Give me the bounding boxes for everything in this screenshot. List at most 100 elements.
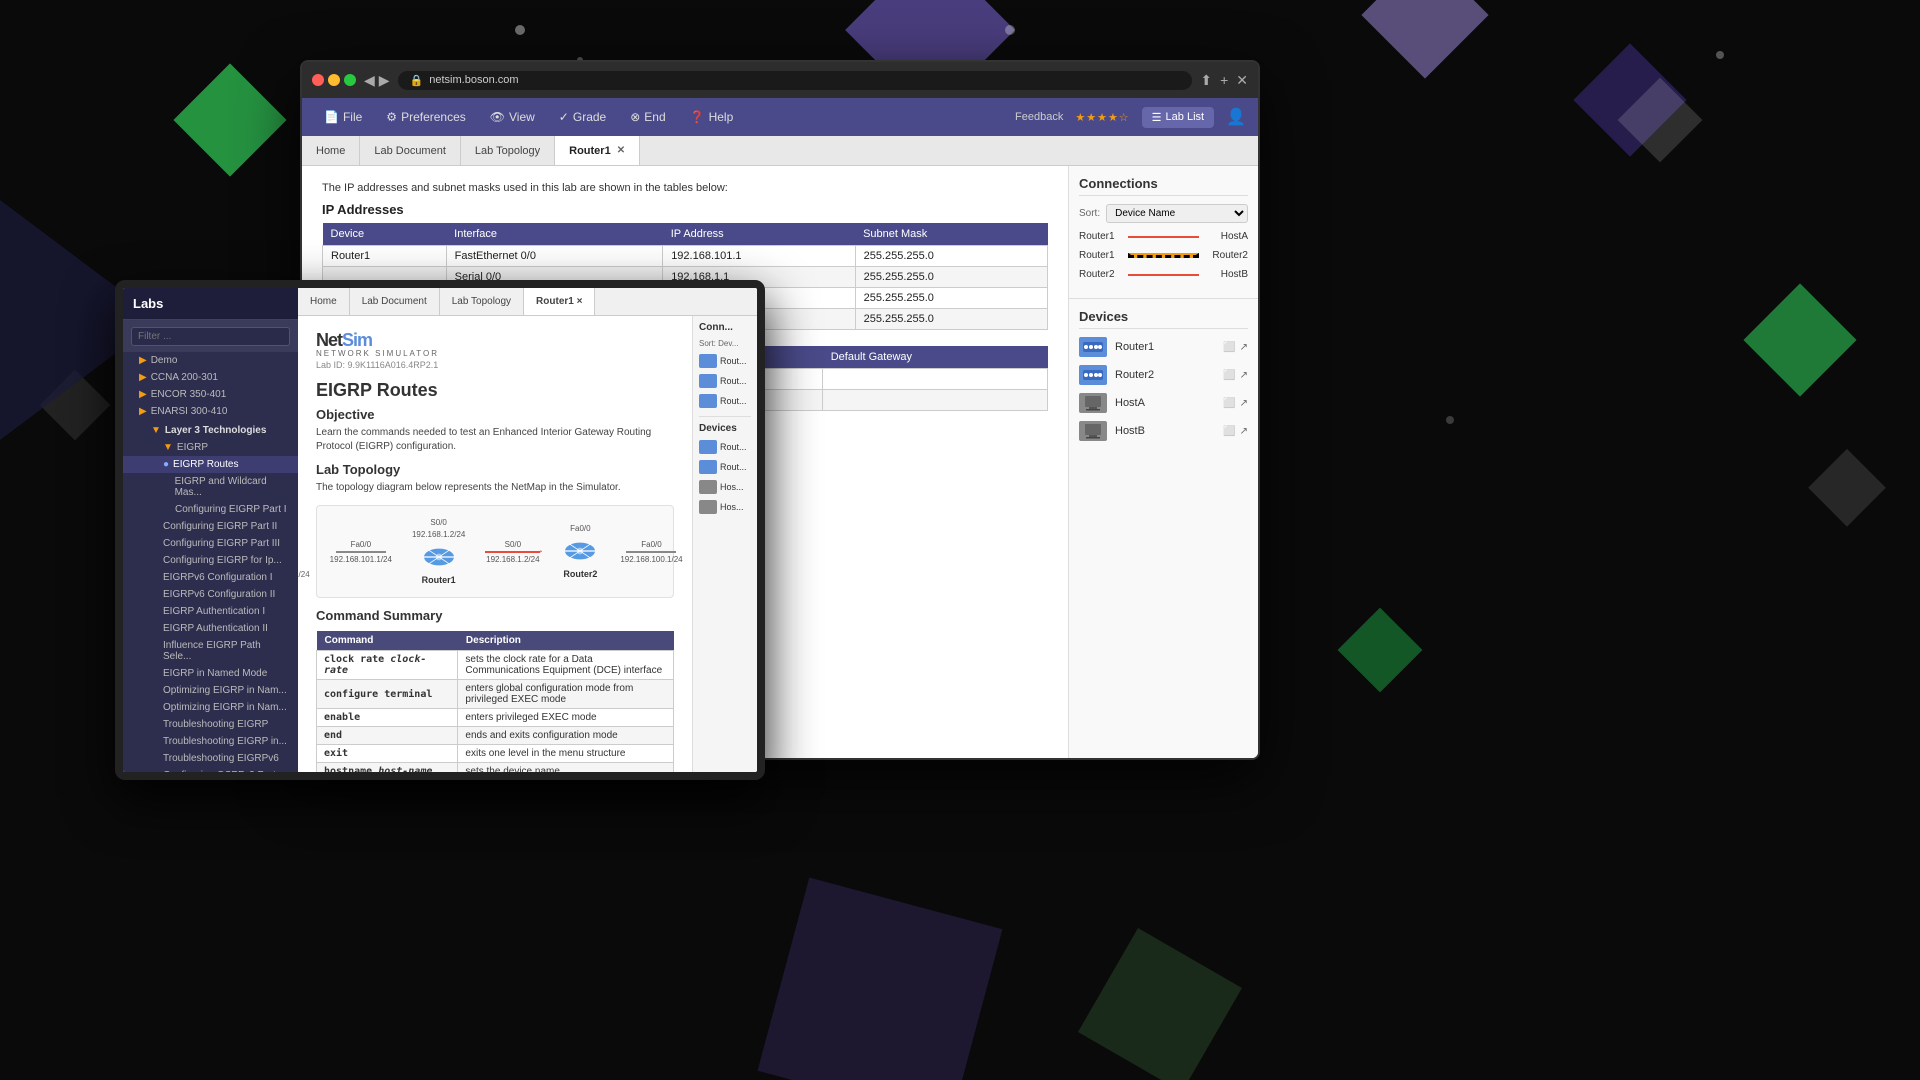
folder-icon: ▶ <box>139 355 147 366</box>
help-menu[interactable]: ❓ Help <box>680 104 744 130</box>
conn-from-1: Router1 <box>1079 231 1124 242</box>
netsim-subtitle: NETWORK SIMULATOR <box>316 349 674 358</box>
conn-to-2: Router2 <box>1203 250 1248 261</box>
topology-desc: The topology diagram below represents th… <box>316 481 674 495</box>
external-icon-4[interactable]: ↗ <box>1240 426 1248 437</box>
new-tab-icon[interactable]: + <box>1220 72 1228 89</box>
filter-input[interactable] <box>131 327 290 346</box>
tablet-content-area: NetSim NETWORK SIMULATOR Lab ID: 9.9K111… <box>298 316 692 772</box>
sidebar-filter <box>123 320 298 352</box>
tablet-sort: Sort: Dev... <box>699 339 751 348</box>
sidebar-item-eigrpv6-2[interactable]: EIGRPv6 Configuration II <box>123 586 298 603</box>
device-row-hosta: HostA ⬜ ↗ <box>1079 393 1248 413</box>
sidebar-item-ospfv3[interactable]: Configuring OSPFv3 Part... <box>123 767 298 772</box>
address-bar[interactable]: 🔒 netsim.boson.com <box>398 71 1193 90</box>
ip-addresses-title: IP Addresses <box>322 202 1048 217</box>
browser-chrome: ◀ ▶ 🔒 netsim.boson.com ⬆ + ✕ <box>302 62 1258 98</box>
sidebar-item-eigrp-wildcard[interactable]: EIGRP and Wildcard Mas... <box>123 473 298 501</box>
grade-menu[interactable]: ✓ Grade <box>549 104 616 130</box>
cmd-row-1: clock rate clock-rate sets the clock rat… <box>317 651 674 680</box>
sidebar-item-encor[interactable]: ▶ ENCOR 350-401 <box>123 386 298 403</box>
sidebar-item-eigrp-cfg2[interactable]: Configuring EIGRP Part II <box>123 518 298 535</box>
sidebar-item-ts-eigrp[interactable]: Troubleshooting EIGRP <box>123 716 298 733</box>
sidebar-item-eigrp-folder[interactable]: ▼ EIGRP <box>123 439 298 456</box>
topo-router1-icon <box>419 542 459 572</box>
star-rating[interactable]: ★★★★☆ <box>1075 111 1129 124</box>
sidebar-item-ccna[interactable]: ▶ CCNA 200-301 <box>123 369 298 386</box>
edit-icon-3[interactable]: ⬜ <box>1223 398 1235 409</box>
tab-lab-topology[interactable]: Lab Topology <box>461 136 555 165</box>
tab-lab-document[interactable]: Lab Document <box>360 136 461 165</box>
sidebar-item-eigrp-path[interactable]: Influence EIGRP Path Sele... <box>123 637 298 665</box>
sidebar-item-demo[interactable]: ▶ Demo <box>123 352 298 369</box>
tablet-conn-icon-2 <box>699 374 717 388</box>
device-actions-3: ⬜ ↗ <box>1223 398 1248 409</box>
device-actions-4: ⬜ ↗ <box>1223 426 1248 437</box>
tablet-dev-icon-3 <box>699 480 717 494</box>
back-button[interactable]: ◀ <box>364 72 375 89</box>
sidebar-item-eigrp-named[interactable]: EIGRP in Named Mode <box>123 665 298 682</box>
tablet-conn-row-1: Rout... <box>699 354 751 368</box>
preferences-menu[interactable]: ⚙ Preferences <box>376 104 475 130</box>
close-icon[interactable]: ✕ <box>1236 72 1248 89</box>
external-icon-2[interactable]: ↗ <box>1240 370 1248 381</box>
sidebar-item-eigrp-auth2[interactable]: EIGRP Authentication II <box>123 620 298 637</box>
topo-node-router1: S0/0 192.168.1.2/24 <box>412 518 465 585</box>
tablet-right-panel: Conn... Sort: Dev... Rout... Rout... <box>692 316 757 772</box>
device-actions-1: ⬜ ↗ <box>1223 342 1248 353</box>
edit-icon-1[interactable]: ⬜ <box>1223 342 1235 353</box>
connections-title: Connections <box>1079 176 1248 196</box>
sidebar-item-eigrp-auth1[interactable]: EIGRP Authentication I <box>123 603 298 620</box>
topo-hosta-icon <box>298 524 299 554</box>
share-icon[interactable]: ⬆ <box>1200 72 1212 89</box>
edit-icon-4[interactable]: ⬜ <box>1223 426 1235 437</box>
objective-title: Objective <box>316 407 674 422</box>
sidebar-item-eigrp-cfg3[interactable]: Configuring EIGRP Part III <box>123 535 298 552</box>
maximize-btn[interactable] <box>344 74 356 86</box>
tablet-tab-lab-doc[interactable]: Lab Document <box>350 288 440 315</box>
external-icon-3[interactable]: ↗ <box>1240 398 1248 409</box>
sort-select[interactable]: Device Name <box>1106 204 1248 223</box>
lab-list-button[interactable]: ☰ Lab List <box>1142 107 1214 128</box>
user-icon[interactable]: 👤 <box>1226 107 1246 127</box>
edit-icon-2[interactable]: ⬜ <box>1223 370 1235 381</box>
tablet-tab-router1[interactable]: Router1 × <box>524 288 595 315</box>
col-subnet: Subnet Mask <box>855 223 1047 246</box>
forward-button[interactable]: ▶ <box>379 72 390 89</box>
sidebar-item-eigrp-routes[interactable]: ● EIGRP Routes <box>123 456 298 473</box>
commands-table: Command Description clock rate clock-rat… <box>316 631 674 772</box>
tablet-container: Labs ▶ Demo ▶ CCNA 200-301 ▶ ENCOR 350-4… <box>115 280 765 780</box>
file-menu[interactable]: 📄 File <box>314 104 372 130</box>
conn-to-1: HostA <box>1203 231 1248 242</box>
sidebar-item-opt-eigrp2[interactable]: Optimizing EIGRP in Nam... <box>123 699 298 716</box>
tablet-tab-lab-topo[interactable]: Lab Topology <box>440 288 524 315</box>
end-menu[interactable]: ⊗ End <box>620 104 675 130</box>
sidebar-item-ts-eigrp-in[interactable]: Troubleshooting EIGRP in... <box>123 733 298 750</box>
devices-section: Devices Router1 ⬜ ↗ <box>1069 298 1258 758</box>
close-btn[interactable] <box>312 74 324 86</box>
tablet-conn-row-3: Rout... <box>699 394 751 408</box>
sidebar-item-opt-eigrp1[interactable]: Optimizing EIGRP in Nam... <box>123 682 298 699</box>
netsim-logo: NetSim <box>316 330 674 351</box>
sidebar-item-eigrp-cfg1[interactable]: Configuring EIGRP Part I <box>123 501 298 518</box>
minimize-btn[interactable] <box>328 74 340 86</box>
view-menu[interactable]: 👁 View <box>480 104 545 130</box>
external-icon-1[interactable]: ↗ <box>1240 342 1248 353</box>
browser-actions: ⬆ + ✕ <box>1200 72 1248 89</box>
sidebar-item-layer3[interactable]: ▼ Layer 3 Technologies <box>123 420 298 439</box>
right-panel: Connections Sort: Device Name Router1 Ho… <box>1068 166 1258 758</box>
cmd-row-3: enable enters privileged EXEC mode <box>317 709 674 727</box>
tablet-conn-icon-1 <box>699 354 717 368</box>
topo-node-hosta: HostA 192.168.101.1/24 <box>298 524 310 579</box>
device-row-hostb: HostB ⬜ ↗ <box>1079 421 1248 441</box>
sidebar-item-eigrpv6-1[interactable]: EIGRPv6 Configuration I <box>123 569 298 586</box>
tab-router1[interactable]: Router1 ✕ <box>555 136 640 165</box>
close-tab-icon[interactable]: ✕ <box>617 145 625 156</box>
sidebar-item-ts-eigrpv6[interactable]: Troubleshooting EIGRPv6 <box>123 750 298 767</box>
end-icon: ⊗ <box>630 110 640 124</box>
feedback-link[interactable]: Feedback <box>1015 111 1063 123</box>
tablet-tab-home[interactable]: Home <box>298 288 350 315</box>
sidebar-item-eigrp-ipv6[interactable]: Configuring EIGRP for Ip... <box>123 552 298 569</box>
sidebar-item-enarsi[interactable]: ▶ ENARSI 300-410 <box>123 403 298 420</box>
tab-home[interactable]: Home <box>302 136 360 165</box>
